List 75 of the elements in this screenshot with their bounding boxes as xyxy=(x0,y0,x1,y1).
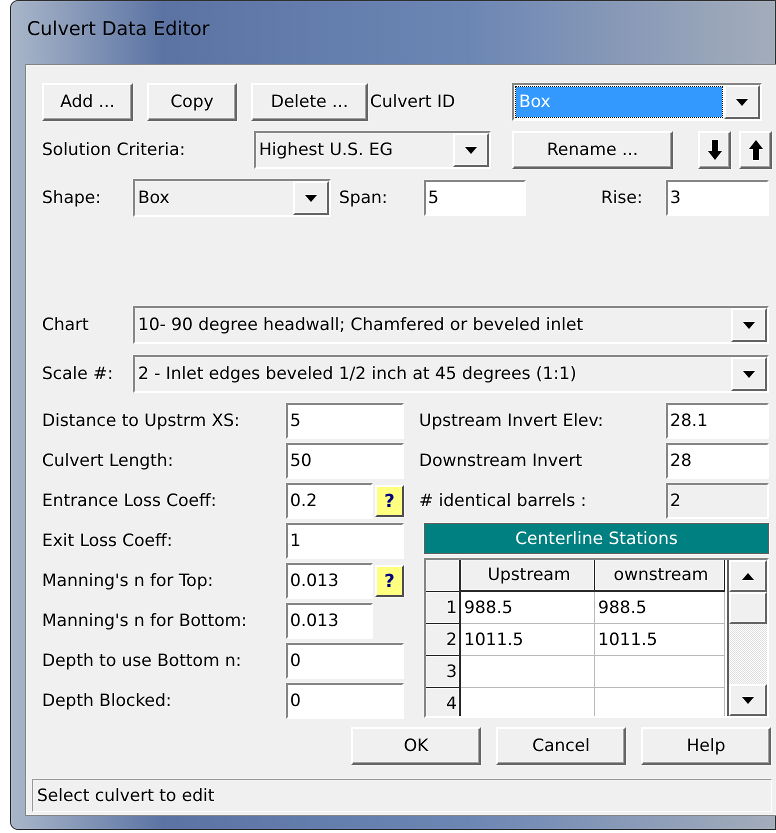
field-label: Chart xyxy=(42,315,90,335)
field-label: Manning's n for Bottom: xyxy=(42,611,248,631)
field-label: Manning's n for Top: xyxy=(42,571,214,591)
table-cell[interactable] xyxy=(461,656,595,688)
scroll-up-button[interactable] xyxy=(729,560,767,592)
field-label: Upstream Invert Elev: xyxy=(419,411,604,431)
field-label: Rise: xyxy=(601,188,644,208)
dialog-button[interactable]: Help xyxy=(641,727,771,765)
row-number-cell: 1 xyxy=(426,592,461,624)
dialog-button[interactable]: Cancel xyxy=(496,727,626,765)
table-cell[interactable]: 988.5 xyxy=(461,592,595,624)
field-label: Span: xyxy=(339,188,389,208)
down-arrow-icon xyxy=(708,140,722,160)
dropdown-arrow-icon[interactable] xyxy=(465,146,477,154)
up-arrow-icon xyxy=(748,140,762,160)
row-number-cell: 4 xyxy=(426,688,461,716)
field-label: Distance to Upstrm XS: xyxy=(42,411,241,431)
corner-cell xyxy=(426,560,461,592)
field-label: Culvert Length: xyxy=(42,451,174,471)
rise-field[interactable]: 3 xyxy=(666,180,769,216)
column-header: ownstream xyxy=(595,560,725,592)
dialog-button[interactable]: OK xyxy=(351,727,481,765)
field-label: Solution Criteria: xyxy=(42,140,186,160)
toolbar-button[interactable]: Delete ... xyxy=(251,83,368,121)
field-label: Exit Loss Coeff: xyxy=(42,531,174,551)
dropdown-arrow-icon[interactable] xyxy=(305,194,317,202)
input-field[interactable]: 5 xyxy=(286,403,404,439)
input-field[interactable]: 0 xyxy=(286,683,404,719)
span-field[interactable]: 5 xyxy=(424,180,526,216)
table-cell[interactable]: 1011.5 xyxy=(461,624,595,656)
scrollbar-thumb[interactable] xyxy=(729,592,767,624)
dropdown-arrow-icon[interactable] xyxy=(736,98,748,106)
scale-dropdown[interactable]: 2 - Inlet edges beveled 1/2 inch at 45 degrees (1:1) xyxy=(133,355,769,393)
dropdown-arrow-icon[interactable] xyxy=(743,322,755,328)
field-label: Entrance Loss Coeff: xyxy=(42,491,218,511)
row-number-cell: 3 xyxy=(426,656,461,688)
input-field[interactable]: 0.013 xyxy=(286,563,373,599)
field-label: Depth to use Bottom n: xyxy=(42,651,242,671)
field-label: Downstream Invert xyxy=(419,451,584,471)
help-button[interactable]: ? xyxy=(375,565,404,597)
input-field[interactable]: 0 xyxy=(286,643,404,679)
column-header: Upstream xyxy=(461,560,595,592)
up-triangle-icon xyxy=(742,572,754,580)
field-label: Culvert ID xyxy=(370,92,456,112)
scroll-down-button[interactable] xyxy=(729,684,767,716)
rename-button[interactable]: Rename ... xyxy=(512,131,673,169)
table-cell[interactable]: 1011.5 xyxy=(595,624,725,656)
input-field[interactable]: 28.1 xyxy=(666,403,769,439)
toolbar-button[interactable]: Copy xyxy=(147,83,237,121)
field-label: # identical barrels : xyxy=(419,491,588,511)
window-title: Culvert Data Editor xyxy=(27,18,210,40)
status-bar: Select culvert to edit xyxy=(32,779,772,812)
table-cell[interactable]: 988.5 xyxy=(595,592,725,624)
input-field[interactable]: 28 xyxy=(666,443,769,479)
row-number-cell: 2 xyxy=(426,624,461,656)
field-label: Depth Blocked: xyxy=(42,691,173,711)
help-button[interactable]: ? xyxy=(375,485,404,517)
toolbar-button[interactable]: Add ... xyxy=(42,83,133,121)
down-triangle-icon xyxy=(742,696,754,704)
input-field[interactable]: 50 xyxy=(286,443,404,479)
move-up-button[interactable] xyxy=(739,131,772,169)
dropdown-arrow-icon[interactable] xyxy=(743,370,755,378)
input-field[interactable]: 1 xyxy=(286,523,404,559)
field-label: Scale #: xyxy=(42,364,114,384)
move-down-button[interactable] xyxy=(698,131,731,169)
input-field[interactable]: 0.2 xyxy=(286,483,373,519)
input-field[interactable]: 0.013 xyxy=(286,603,373,639)
vertical-scrollbar[interactable] xyxy=(727,560,767,716)
chart-dropdown[interactable]: 10- 90 degree headwall; Chamfered or beveled inlet xyxy=(133,306,769,344)
field-label: Shape: xyxy=(42,188,102,208)
shape-dropdown[interactable]: Box xyxy=(133,179,331,217)
dropdown-value: Box xyxy=(516,87,722,117)
solution-criteria-dropdown[interactable]: Highest U.S. EG xyxy=(254,131,491,169)
table-cell[interactable] xyxy=(595,656,725,688)
table-title: Centerline Stations xyxy=(424,523,769,554)
